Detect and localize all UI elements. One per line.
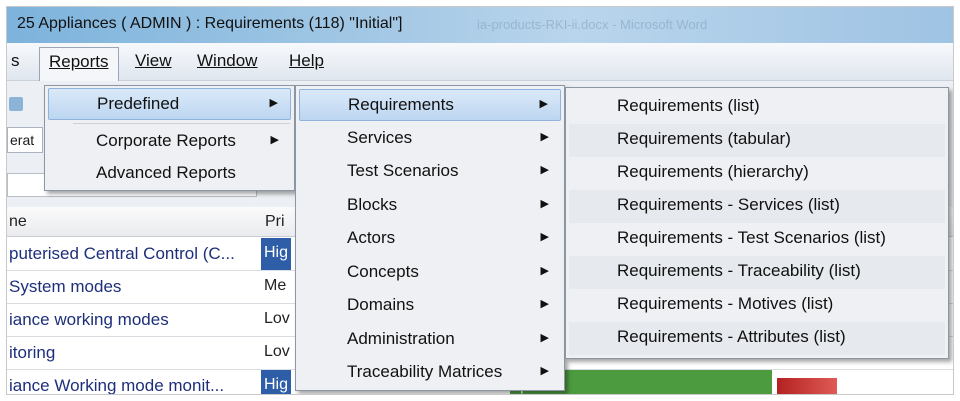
column-header-priority[interactable]: Pri (265, 213, 285, 231)
menu-item-requirements-list[interactable]: Requirements (list) (569, 91, 945, 124)
submenu-arrow-icon: ▶ (540, 365, 549, 377)
menu-item-label: Domains (347, 295, 415, 314)
menu-item-administration[interactable]: Administration ▶ (299, 324, 561, 356)
menu-item-label: Requirements (list) (617, 96, 760, 115)
menu-item-advanced-reports[interactable]: Advanced Reports (48, 158, 291, 190)
menu-item-traceability-matrices[interactable]: Traceability Matrices ▶ (299, 357, 561, 389)
menu-item-requirements-services[interactable]: Requirements - Services (list) (569, 190, 945, 223)
submenu-arrow-icon: ▶ (539, 98, 548, 110)
menu-separator (73, 123, 290, 124)
submenu-arrow-icon: ▶ (540, 198, 549, 210)
menu-item-requirements-tabular[interactable]: Requirements (tabular) (569, 124, 945, 157)
menu-item-label: Requirements - Attributes (list) (617, 327, 846, 346)
menu-item-label: Predefined (97, 94, 180, 113)
requirement-name: iance Working mode monit... (9, 376, 225, 395)
priority-cell: Me (264, 277, 287, 294)
menu-item-actors[interactable]: Actors ▶ (299, 223, 561, 255)
menu-item-predefined[interactable]: Predefined ▶ (48, 88, 291, 120)
menu-item-label: Requirements - Traceability (list) (617, 261, 861, 280)
priority-cell: Lov (264, 343, 290, 360)
requirements-submenu: Requirements (list) Requirements (tabula… (565, 87, 949, 359)
menu-item-label: Blocks (347, 195, 398, 214)
menu-item-label: Requirements (hierarchy) (617, 162, 809, 181)
menu-item-label: Corporate Reports (96, 131, 236, 150)
reports-menu: Predefined ▶ Corporate Reports ▶ Advance… (44, 85, 295, 191)
menu-item-label: Concepts (347, 262, 419, 281)
menu-tools[interactable]: s (11, 51, 20, 71)
app-window: 25 Appliances ( ADMIN ) : Requirements (… (6, 6, 954, 395)
requirement-name: System modes (9, 277, 122, 296)
menu-bar: s Reports View Window Help (7, 43, 953, 81)
menu-item-services[interactable]: Services ▶ (299, 123, 561, 155)
menu-help-label: Help (289, 51, 324, 70)
filter-field[interactable]: erat (7, 127, 43, 153)
menu-item-label: Actors (347, 228, 396, 247)
menu-reports-label: Reports (49, 52, 109, 71)
submenu-arrow-icon: ▶ (540, 164, 549, 176)
priority-cell: Hig (261, 370, 291, 394)
menu-item-requirements-motives[interactable]: Requirements - Motives (list) (569, 289, 945, 322)
requirement-name: puterised Central Control (C... (9, 244, 235, 263)
priority-cell: Lov (264, 310, 290, 327)
menu-item-label: Requirements (348, 95, 454, 114)
menu-item-concepts[interactable]: Concepts ▶ (299, 257, 561, 289)
menu-item-requirements-traceability[interactable]: Requirements - Traceability (list) (569, 256, 945, 289)
menu-item-requirements-attributes[interactable]: Requirements - Attributes (list) (569, 322, 945, 355)
submenu-arrow-icon: ▶ (540, 231, 549, 243)
menu-item-label: Traceability Matrices (347, 362, 503, 381)
menu-item-label: Requirements (tabular) (617, 129, 791, 148)
toolbar-icon[interactable] (9, 97, 23, 111)
submenu-arrow-icon: ▶ (269, 97, 278, 109)
background-window-title: ia-products-RKI-ii.docx - Microsoft Word (477, 17, 708, 32)
menu-view[interactable]: View (135, 51, 172, 71)
menu-item-blocks[interactable]: Blocks ▶ (299, 190, 561, 222)
submenu-arrow-icon: ▶ (540, 332, 549, 344)
requirement-name: iance working modes (9, 310, 169, 329)
menu-item-label: Advanced Reports (96, 163, 236, 182)
menu-window[interactable]: Window (197, 51, 257, 71)
predefined-submenu: Requirements ▶ Services ▶ Test Scenarios… (295, 85, 565, 391)
column-header-name[interactable]: ne (9, 213, 27, 231)
menu-item-label: Requirements - Motives (list) (617, 294, 834, 313)
submenu-arrow-icon: ▶ (540, 131, 549, 143)
submenu-arrow-icon: ▶ (540, 298, 549, 310)
menu-item-label: Administration (347, 329, 455, 348)
menu-window-label: Window (197, 51, 258, 70)
submenu-arrow-icon: ▶ (540, 265, 549, 277)
menu-item-label: Requirements - Services (list) (617, 195, 840, 214)
progress-bar (777, 378, 837, 394)
requirement-name: itoring (9, 343, 56, 362)
menu-item-requirements-hierarchy[interactable]: Requirements (hierarchy) (569, 157, 945, 190)
menu-item-corporate-reports[interactable]: Corporate Reports ▶ (48, 126, 291, 158)
menu-item-test-scenarios[interactable]: Test Scenarios ▶ (299, 156, 561, 188)
title-bar: 25 Appliances ( ADMIN ) : Requirements (… (7, 7, 953, 43)
menu-item-label: Test Scenarios (347, 161, 459, 180)
menu-item-label: Requirements - Test Scenarios (list) (617, 228, 886, 247)
submenu-arrow-icon: ▶ (270, 134, 279, 146)
menu-help[interactable]: Help (289, 51, 324, 71)
menu-item-label: Services (347, 128, 413, 147)
priority-cell: Hig (261, 238, 291, 270)
menu-view-label: View (135, 51, 172, 70)
menu-item-domains[interactable]: Domains ▶ (299, 290, 561, 322)
window-title: 25 Appliances ( ADMIN ) : Requirements (… (17, 15, 403, 32)
menu-item-requirements[interactable]: Requirements ▶ (299, 89, 561, 121)
menu-reports[interactable]: Reports (39, 47, 119, 81)
menu-item-requirements-test-scenarios[interactable]: Requirements - Test Scenarios (list) (569, 223, 945, 256)
